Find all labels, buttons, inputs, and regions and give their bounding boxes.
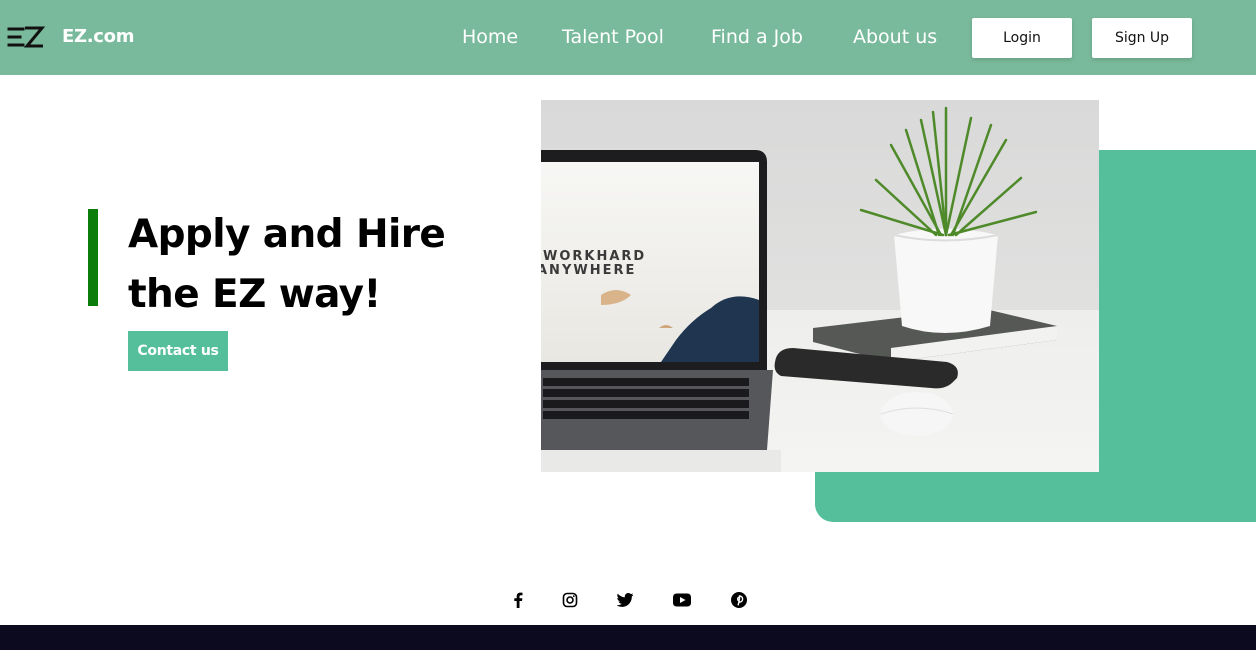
- brand-name[interactable]: EZ.com: [62, 26, 134, 47]
- ez-logo-icon[interactable]: [7, 25, 45, 49]
- nav-talent-pool[interactable]: Talent Pool: [562, 26, 664, 48]
- workspace-illustration: WORKHARD ANYWHERE: [541, 100, 1099, 472]
- laptop-screen-text-1: WORKHARD: [543, 249, 646, 264]
- pinterest-icon[interactable]: [727, 587, 751, 613]
- facebook-icon[interactable]: [506, 587, 530, 613]
- youtube-icon[interactable]: [670, 587, 694, 613]
- contact-us-button[interactable]: Contact us: [128, 331, 228, 371]
- footer-bar: [0, 625, 1256, 650]
- nav-find-a-job[interactable]: Find a Job: [711, 26, 803, 48]
- signup-button[interactable]: Sign Up: [1092, 18, 1192, 58]
- hero-title-line-1: Apply and Hire: [128, 212, 446, 257]
- title-accent-bar: [88, 209, 98, 306]
- twitter-icon[interactable]: [613, 587, 637, 613]
- login-button[interactable]: Login: [972, 18, 1072, 58]
- hero-title: Apply and Hire the EZ way!: [128, 205, 488, 325]
- laptop-screen-text-2: ANYWHERE: [541, 263, 636, 278]
- workspace-photo: WORKHARD ANYWHERE: [541, 100, 1099, 472]
- nav-about-us[interactable]: About us: [853, 26, 937, 48]
- hero-title-line-2: the EZ way!: [128, 272, 381, 317]
- social-links: [500, 587, 760, 613]
- top-navbar: EZ.com Home Talent Pool Find a Job About…: [0, 0, 1256, 75]
- nav-home[interactable]: Home: [462, 26, 518, 48]
- instagram-icon[interactable]: [558, 587, 582, 613]
